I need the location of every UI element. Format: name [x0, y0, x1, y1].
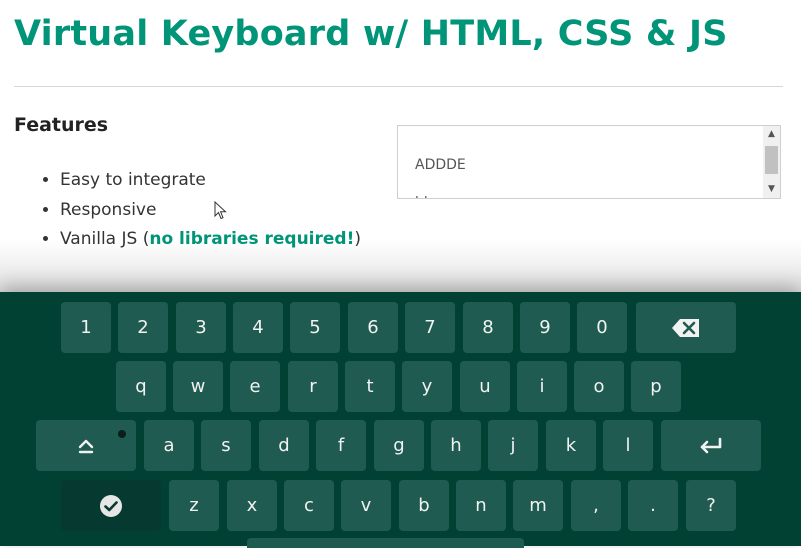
- caps-lock-icon: [78, 439, 94, 453]
- virtual-keyboard: 1 2 3 4 5 6 7 8 9 0 q w e r t y u i o p …: [0, 292, 801, 546]
- key-g[interactable]: g: [374, 420, 424, 471]
- key-q[interactable]: q: [116, 361, 166, 412]
- key-e[interactable]: e: [230, 361, 280, 412]
- key-m[interactable]: m: [513, 480, 563, 531]
- key-3[interactable]: 3: [176, 302, 226, 353]
- key-8[interactable]: 8: [463, 302, 513, 353]
- feature-item: Easy to integrate: [60, 166, 361, 196]
- key-6[interactable]: 6: [348, 302, 398, 353]
- key-i[interactable]: i: [517, 361, 567, 412]
- key-l[interactable]: l: [603, 420, 653, 471]
- key-comma[interactable]: ,: [571, 480, 621, 531]
- space-key[interactable]: [247, 538, 524, 548]
- key-7[interactable]: 7: [405, 302, 455, 353]
- key-d[interactable]: d: [259, 420, 309, 471]
- key-o[interactable]: o: [574, 361, 624, 412]
- textarea-scrollbar[interactable]: ▲ ▼: [763, 126, 780, 198]
- key-y[interactable]: y: [402, 361, 452, 412]
- key-w[interactable]: w: [173, 361, 223, 412]
- enter-icon: [700, 437, 722, 453]
- key-j[interactable]: j: [488, 420, 538, 471]
- key-v[interactable]: v: [341, 480, 391, 531]
- page-title: Virtual Keyboard w/ HTML, CSS & JS: [14, 14, 728, 54]
- key-f[interactable]: f: [316, 420, 366, 471]
- key-question[interactable]: ?: [686, 480, 736, 531]
- key-z[interactable]: z: [169, 480, 219, 531]
- check-icon: [100, 494, 122, 517]
- key-n[interactable]: n: [456, 480, 506, 531]
- key-h[interactable]: h: [431, 420, 481, 471]
- key-4[interactable]: 4: [233, 302, 283, 353]
- done-key[interactable]: [61, 480, 161, 531]
- keyboard-textarea[interactable]: ADDDE hh ▲ ▼: [397, 125, 781, 199]
- key-k[interactable]: k: [546, 420, 596, 471]
- scroll-down-arrow-icon[interactable]: ▼: [763, 181, 780, 198]
- key-a[interactable]: a: [144, 420, 194, 471]
- textarea-line: ADDDE: [415, 157, 466, 173]
- key-2[interactable]: 2: [118, 302, 168, 353]
- caps-lock-key[interactable]: [36, 420, 136, 471]
- backspace-key[interactable]: [636, 302, 736, 353]
- key-s[interactable]: s: [201, 420, 251, 471]
- enter-key[interactable]: [661, 420, 761, 471]
- key-0[interactable]: 0: [577, 302, 627, 353]
- caps-indicator: [118, 430, 126, 438]
- key-1[interactable]: 1: [61, 302, 111, 353]
- scroll-up-arrow-icon[interactable]: ▲: [763, 126, 780, 143]
- key-9[interactable]: 9: [520, 302, 570, 353]
- keyboard-shadow: [0, 240, 801, 292]
- feature-item: Responsive: [60, 196, 361, 226]
- key-x[interactable]: x: [227, 480, 277, 531]
- backspace-icon: [672, 318, 699, 337]
- key-b[interactable]: b: [399, 480, 449, 531]
- key-c[interactable]: c: [284, 480, 334, 531]
- key-u[interactable]: u: [460, 361, 510, 412]
- mouse-pointer-icon: [214, 201, 227, 220]
- divider: [14, 86, 783, 87]
- scrollbar-thumb[interactable]: [765, 146, 778, 174]
- key-5[interactable]: 5: [290, 302, 340, 353]
- key-p[interactable]: p: [631, 361, 681, 412]
- textarea-line: hh: [415, 184, 466, 198]
- key-t[interactable]: t: [345, 361, 395, 412]
- features-heading: Features: [14, 114, 109, 136]
- key-r[interactable]: r: [288, 361, 338, 412]
- textarea-content: ADDDE hh: [415, 146, 466, 198]
- key-period[interactable]: .: [628, 480, 678, 531]
